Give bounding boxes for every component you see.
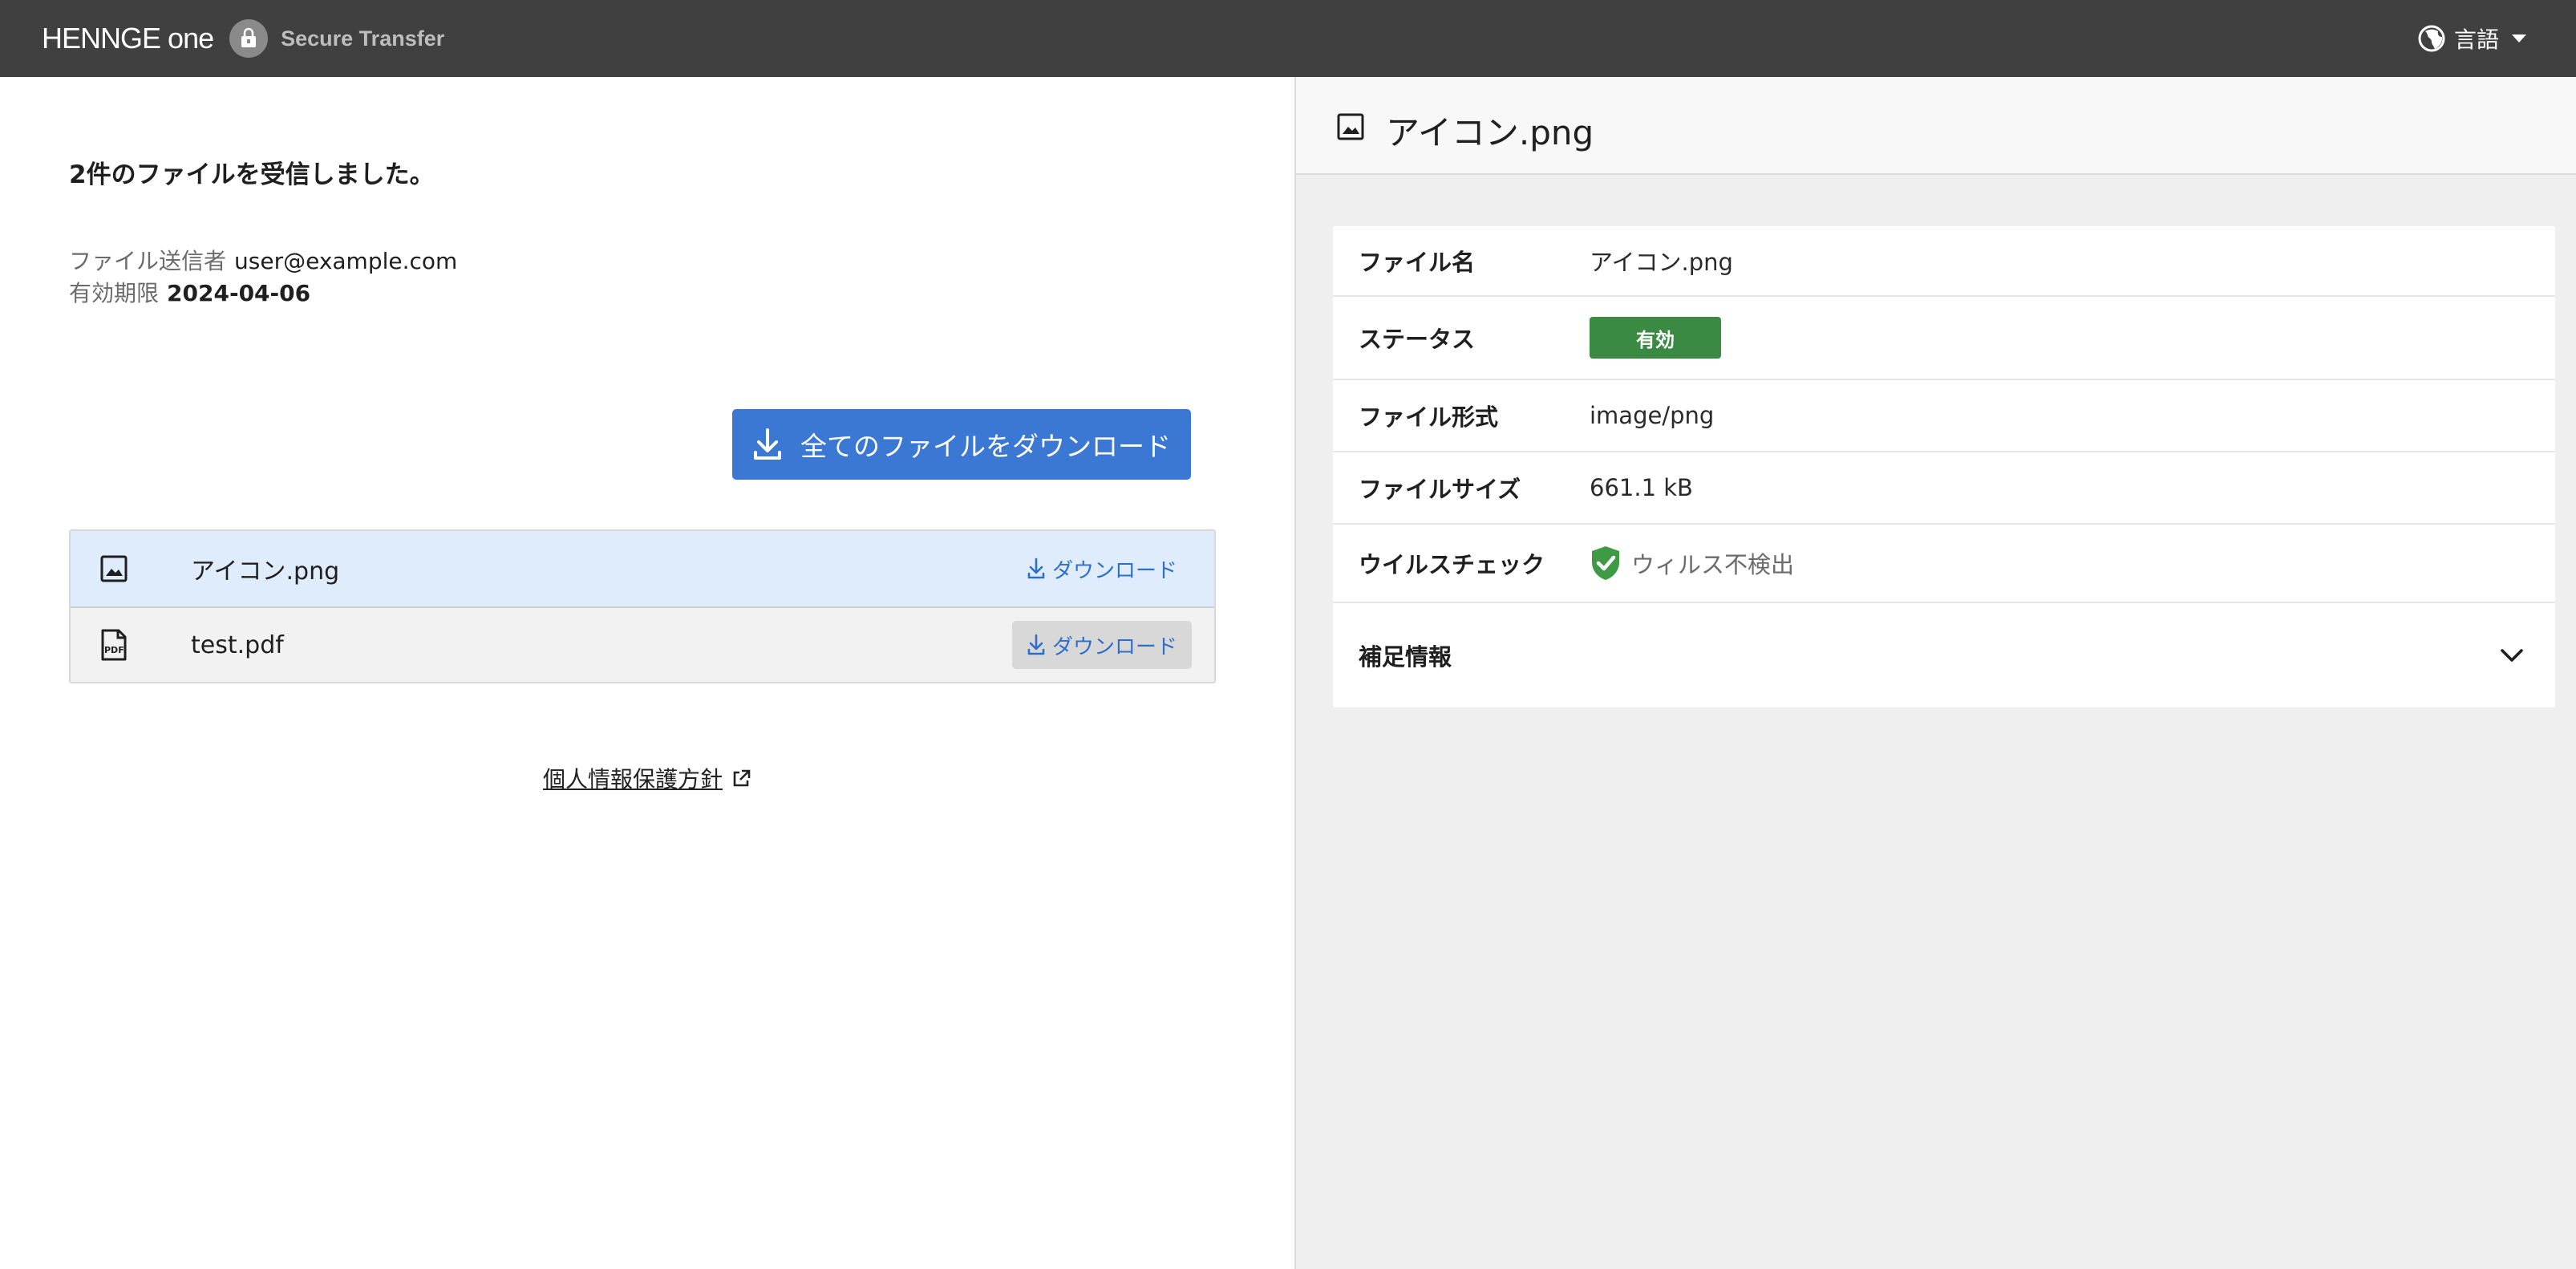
supplement-toggle[interactable]: 補足情報 bbox=[1333, 603, 2555, 707]
file-name: アイコン.png bbox=[191, 557, 340, 586]
filetype-value: image/png bbox=[1590, 402, 1715, 429]
file-list-panel: 2件のファイルを受信しました。 ファイル送信者 user@example.com … bbox=[0, 77, 1294, 1269]
detail-row-filename: ファイル名 アイコン.png bbox=[1333, 226, 2555, 297]
download-all-label: 全てのファイルをダウンロード bbox=[800, 431, 1171, 462]
henngeone-logo: HENNGE one bbox=[42, 22, 214, 55]
viruscheck-value: ウィルス不検出 bbox=[1631, 551, 1795, 578]
globe-icon bbox=[2418, 25, 2445, 52]
top-header: HENNGE one Secure Transfer 言語 bbox=[0, 0, 2576, 77]
caret-down-icon bbox=[2512, 34, 2526, 43]
image-icon bbox=[1336, 112, 1365, 144]
language-label: 言語 bbox=[2453, 26, 2499, 53]
sender-value: user@example.com bbox=[234, 248, 458, 274]
privacy-policy-link[interactable]: 個人情報保護方針 bbox=[543, 766, 723, 793]
expiry-value: 2024-04-06 bbox=[167, 280, 311, 306]
download-icon bbox=[1027, 557, 1045, 579]
detail-header: アイコン.png bbox=[1296, 77, 2576, 175]
privacy-policy: 個人情報保護方針 bbox=[0, 762, 1294, 794]
language-selector[interactable]: 言語 bbox=[2417, 0, 2526, 77]
svg-text:PDF: PDF bbox=[104, 645, 124, 655]
file-list: アイコン.png ダウンロード PDF test.pdf ダウンロード bbox=[69, 529, 1216, 683]
chevron-down-icon bbox=[2501, 649, 2523, 662]
sender-info: ファイル送信者 user@example.com bbox=[69, 244, 457, 276]
file-download-button[interactable]: ダウンロード bbox=[1011, 621, 1192, 669]
file-download-button[interactable]: ダウンロード bbox=[1012, 545, 1192, 593]
supplement-label: 補足情報 bbox=[1359, 643, 1452, 671]
file-detail-panel: アイコン.png ファイル名 アイコン.png ステータス 有効 ファイル形式 … bbox=[1296, 77, 2576, 1269]
lock-bag-icon bbox=[229, 19, 269, 58]
expiry-label: 有効期限 bbox=[69, 280, 160, 306]
detail-row-viruscheck: ウイルスチェック ウィルス不検出 bbox=[1333, 525, 2555, 603]
filesize-value: 661.1 kB bbox=[1590, 474, 1693, 501]
brand: HENNGE one Secure Transfer bbox=[42, 0, 444, 77]
expiry-info: 有効期限 2024-04-06 bbox=[69, 276, 310, 308]
pdf-icon: PDF bbox=[98, 627, 130, 663]
detail-row-status: ステータス 有効 bbox=[1333, 297, 2555, 380]
download-all-button[interactable]: 全てのファイルをダウンロード bbox=[732, 409, 1191, 480]
shield-check-icon bbox=[1592, 546, 1619, 580]
external-link-icon bbox=[733, 769, 751, 787]
file-download-label: ダウンロード bbox=[1051, 634, 1177, 659]
product-name: Secure Transfer bbox=[281, 26, 445, 51]
file-row-test-pdf[interactable]: PDF test.pdf ダウンロード bbox=[71, 606, 1214, 682]
download-icon bbox=[1027, 634, 1045, 655]
detail-title: アイコン.png bbox=[1386, 113, 1594, 152]
received-title: 2件のファイルを受信しました。 bbox=[69, 160, 435, 189]
status-badge: 有効 bbox=[1590, 317, 1721, 359]
detail-row-filesize: ファイルサイズ 661.1 kB bbox=[1333, 452, 2555, 525]
file-row-icon-png[interactable]: アイコン.png ダウンロード bbox=[71, 531, 1214, 606]
detail-row-filetype: ファイル形式 image/png bbox=[1333, 380, 2555, 452]
sender-label: ファイル送信者 bbox=[69, 248, 227, 274]
detail-card: ファイル名 アイコン.png ステータス 有効 ファイル形式 image/png… bbox=[1333, 226, 2555, 707]
download-icon bbox=[754, 428, 781, 460]
file-name: test.pdf bbox=[191, 630, 284, 659]
filename-value: アイコン.png bbox=[1590, 249, 1733, 276]
file-download-label: ダウンロード bbox=[1051, 558, 1177, 583]
image-icon bbox=[98, 551, 130, 586]
